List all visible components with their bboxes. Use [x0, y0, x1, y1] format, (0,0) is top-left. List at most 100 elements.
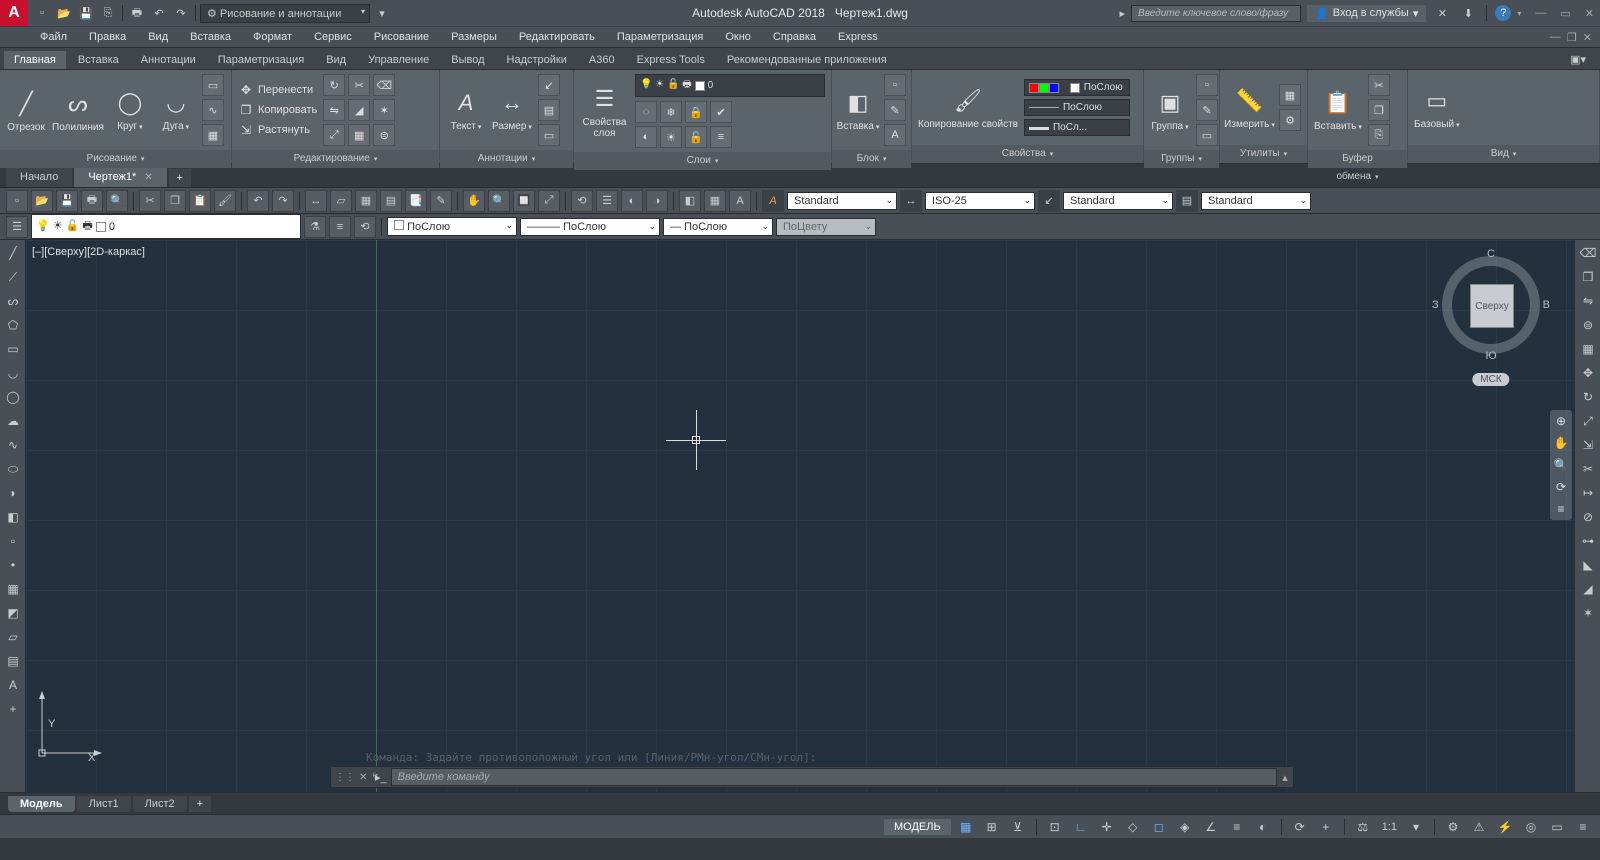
status-annomon-icon[interactable]: + [1315, 817, 1337, 837]
tb-save-icon[interactable]: 💾 [56, 190, 78, 212]
tb-layer-uniso-icon[interactable]: ◑ [646, 190, 668, 212]
status-annoauto-icon[interactable]: ▾ [1405, 817, 1427, 837]
status-isolate-icon[interactable]: ◎ [1520, 817, 1542, 837]
leader-icon[interactable]: ↙ [538, 74, 560, 96]
status-selcycle-icon[interactable]: ⟳ [1289, 817, 1311, 837]
open-icon[interactable]: 📂 [54, 3, 74, 23]
close-button[interactable]: ✕ [1585, 7, 1594, 20]
minimize-button[interactable]: — [1535, 7, 1546, 20]
paste-button[interactable]: 📋Вставить [1314, 87, 1362, 133]
layer-lock-icon[interactable]: 🔒 [685, 101, 707, 123]
command-input[interactable]: Введите команду [391, 768, 1277, 786]
tb-layer-state-icon[interactable]: ☰ [596, 190, 618, 212]
layer-unlock-icon[interactable]: 🔓 [685, 126, 707, 148]
rotate-icon[interactable]: ↻ [323, 74, 345, 96]
tb-undo2-icon[interactable]: ↶ [247, 190, 269, 212]
lt-polygon-icon[interactable]: ⬠ [2, 314, 24, 336]
stretch-button[interactable]: ⇲Растянуть [238, 121, 317, 139]
lt-xline-icon[interactable]: ⟋ [2, 266, 24, 288]
rt-trim-icon[interactable]: ✂ [1577, 458, 1599, 480]
lt-insert-icon[interactable]: ◧ [2, 506, 24, 528]
panel-properties-title[interactable]: Свойства [912, 145, 1143, 163]
rt-mirror-icon[interactable]: ⇋ [1577, 290, 1599, 312]
undo-icon[interactable]: ↶ [149, 3, 169, 23]
panel-groups-title[interactable]: Группы [1144, 150, 1219, 168]
status-transparency-icon[interactable]: ◐ [1252, 817, 1274, 837]
tb-matchprop-icon[interactable]: 🖌 [214, 190, 236, 212]
status-model-button[interactable]: МОДЕЛЬ [884, 819, 951, 835]
saveas-icon[interactable]: ⎘ [98, 3, 118, 23]
tb-new-icon[interactable]: ▫ [6, 190, 28, 212]
status-ortho-icon[interactable]: ∟ [1070, 817, 1092, 837]
workspace-selector[interactable]: ⚙ Рисование и аннотации [200, 4, 370, 23]
status-infer-icon[interactable]: ⊻ [1007, 817, 1029, 837]
panel-block-title[interactable]: Блок [832, 150, 911, 168]
layout-tab-1[interactable]: Лист1 [77, 796, 131, 812]
rt-copy-icon[interactable]: ❐ [1577, 266, 1599, 288]
app-logo[interactable]: A [0, 0, 28, 26]
ribbon-tab-express[interactable]: Express Tools [627, 51, 715, 69]
layer-properties-button[interactable]: ☰Свойства слоя [580, 83, 629, 139]
panel-modify-title[interactable]: Редактирование [232, 150, 439, 168]
table-style-dropdown[interactable]: Standard [1201, 192, 1311, 210]
lt-table-icon[interactable]: ▤ [2, 650, 24, 672]
tb-copy-icon[interactable]: ❐ [164, 190, 186, 212]
insert-block-button[interactable]: ◧Вставка [838, 87, 878, 133]
layer-freeze-icon[interactable]: ❄ [660, 101, 682, 123]
menu-view[interactable]: Вид [148, 31, 168, 43]
menu-help[interactable]: Справка [773, 31, 816, 43]
group-bbox-icon[interactable]: ▭ [1196, 124, 1218, 146]
menu-draw[interactable]: Рисование [374, 31, 429, 43]
tb-layer-filter-icon[interactable]: ⚗ [304, 216, 326, 238]
viewport-label[interactable]: [–][Сверху][2D-каркас] [32, 246, 145, 258]
menu-tools[interactable]: Сервис [314, 31, 352, 43]
doc-minimize-button[interactable]: — [1550, 31, 1561, 44]
text-style-dropdown[interactable]: Standard [787, 192, 897, 210]
viewcube[interactable]: Сверху С Ю В З МСК [1436, 250, 1546, 360]
rt-chamfer-icon[interactable]: ◣ [1577, 554, 1599, 576]
tb-preview-icon[interactable]: 🔍 [106, 190, 128, 212]
lt-polyline-icon[interactable]: ᔕ [2, 290, 24, 312]
lineweight-dropdown[interactable]: ▬▬ ПоСл... [1024, 119, 1130, 136]
block-create-icon[interactable]: ▫ [884, 74, 906, 96]
menu-insert[interactable]: Вставка [190, 31, 231, 43]
rectangle-icon[interactable]: ▭ [202, 74, 224, 96]
layer-match-icon[interactable]: ≡ [710, 126, 732, 148]
command-line[interactable]: ⋮⋮✕↯ ▸_ Введите команду ▴ [330, 766, 1294, 788]
tb-dimstyle-icon[interactable]: ↔ [900, 190, 922, 212]
tb-textstyle-icon[interactable]: A [762, 190, 784, 212]
lt-block-icon[interactable]: ▫ [2, 530, 24, 552]
ribbon-tab-annotate[interactable]: Аннотации [131, 51, 206, 69]
ribbon-tab-insert[interactable]: Вставка [68, 51, 129, 69]
lt-arc-icon[interactable]: ◡ [2, 362, 24, 384]
lt-revcloud-icon[interactable]: ☁ [2, 410, 24, 432]
block-edit-icon[interactable]: ✎ [884, 99, 906, 121]
save-icon[interactable]: 💾 [76, 3, 96, 23]
tb-text2-icon[interactable]: A [729, 190, 751, 212]
tb-layerprops-icon[interactable]: ☰ [6, 216, 28, 238]
help-icon[interactable]: ? [1495, 5, 1511, 21]
circle-button[interactable]: ◯Круг [110, 87, 150, 133]
file-tab-start[interactable]: Начало [6, 167, 72, 187]
ribbon-tab-output[interactable]: Вывод [441, 51, 494, 69]
tb-layer-match-icon[interactable]: ≡ [329, 216, 351, 238]
group-button[interactable]: ▣Группа [1150, 87, 1190, 133]
status-lwdisplay-icon[interactable]: ≡ [1226, 817, 1248, 837]
status-customize-icon[interactable]: ≡ [1572, 817, 1594, 837]
text-button[interactable]: AТекст [446, 87, 486, 133]
lt-ellipse-icon[interactable]: ⬭ [2, 458, 24, 480]
nav-full-icon[interactable]: ⊕ [1556, 414, 1566, 428]
tb-zoom-ext-icon[interactable]: ⤢ [538, 190, 560, 212]
ribbon-collapse-icon[interactable]: ▣▾ [1560, 50, 1596, 69]
app-store-icon[interactable]: ⬇ [1458, 3, 1478, 23]
line-button[interactable]: ╱Отрезок [6, 88, 46, 133]
status-osnap-icon[interactable]: ◻ [1148, 817, 1170, 837]
rt-break-icon[interactable]: ⊘ [1577, 506, 1599, 528]
rt-array-icon[interactable]: ▦ [1577, 338, 1599, 360]
qat-more-icon[interactable]: ▾ [372, 3, 392, 23]
tb-area-icon[interactable]: ▱ [330, 190, 352, 212]
ml-style-dropdown[interactable]: Standard [1063, 192, 1173, 210]
search-input[interactable]: Введите ключевое слово/фразу [1131, 5, 1301, 22]
lt-gradient-icon[interactable]: ◩ [2, 602, 24, 624]
panel-utilities-title[interactable]: Утилиты [1220, 145, 1307, 163]
